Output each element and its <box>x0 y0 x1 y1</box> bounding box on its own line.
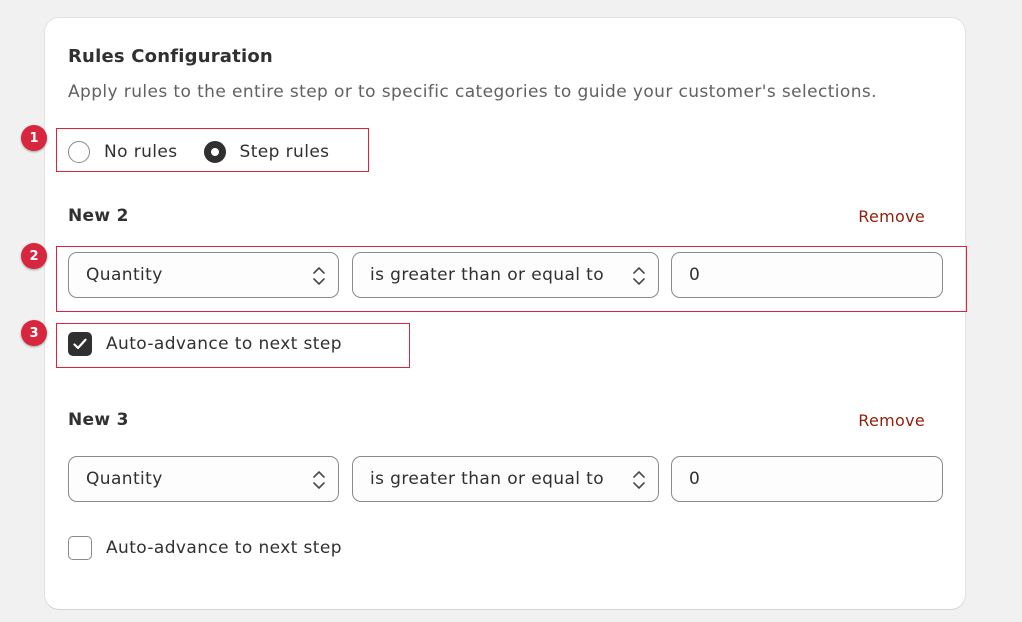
rule-header-new-3: New 3 Remove <box>68 410 925 430</box>
select-chevron-icon <box>633 471 645 489</box>
rules-configuration-card: Rules Configuration Apply rules to the e… <box>45 18 965 609</box>
rule-field-value: Quantity <box>86 469 163 489</box>
remove-rule-button[interactable]: Remove <box>858 411 925 430</box>
annotation-marker-1: 1 <box>21 125 47 151</box>
rule-operator-select[interactable]: is greater than or equal to <box>352 456 659 502</box>
rule-value-text: 0 <box>689 469 701 489</box>
section-title: Rules Configuration <box>68 46 273 67</box>
rule-value-input[interactable]: 0 <box>671 456 943 502</box>
auto-advance-checkbox[interactable] <box>68 536 92 560</box>
auto-advance-label: Auto-advance to next step <box>106 538 342 558</box>
section-subtitle: Apply rules to the entire step or to spe… <box>68 82 877 102</box>
annotation-highlight-2 <box>56 246 967 312</box>
rule-field-select[interactable]: Quantity <box>68 456 339 502</box>
rule-name: New 2 <box>68 206 129 226</box>
annotation-marker-3: 3 <box>21 320 47 346</box>
annotation-highlight-1 <box>56 128 369 172</box>
remove-rule-button[interactable]: Remove <box>858 207 925 226</box>
annotation-highlight-3 <box>56 323 410 368</box>
rule-operator-value: is greater than or equal to <box>370 469 605 489</box>
rule-header-new-2: New 2 Remove <box>68 206 925 226</box>
auto-advance-checkbox-row[interactable]: Auto-advance to next step <box>68 535 342 561</box>
rule-name: New 3 <box>68 410 129 430</box>
annotation-marker-2: 2 <box>21 243 47 269</box>
select-chevron-icon <box>313 471 325 489</box>
